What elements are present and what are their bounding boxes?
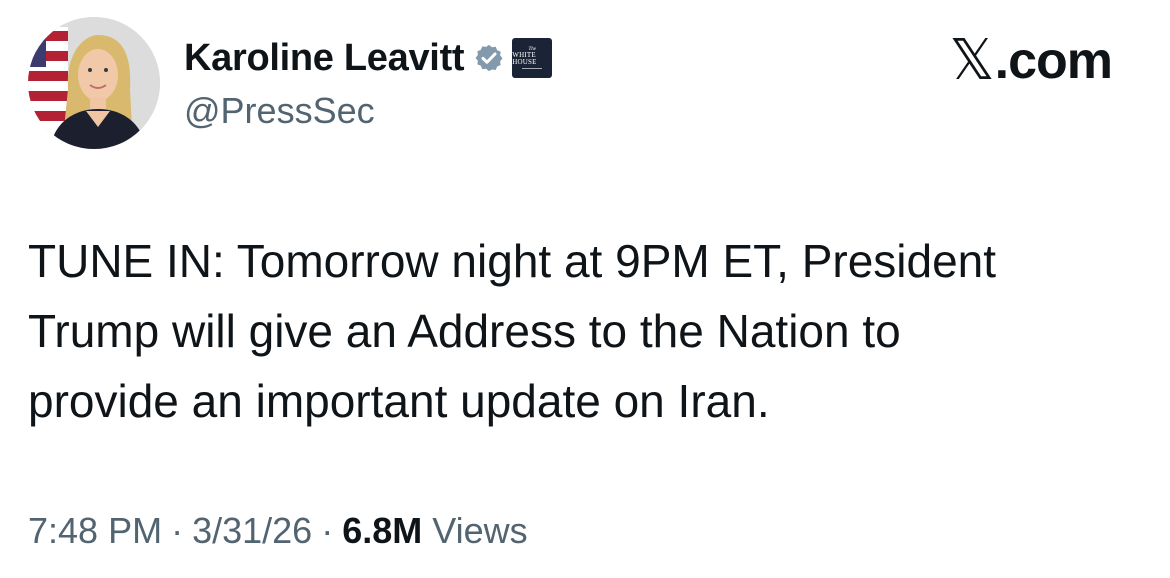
white-house-badge-icon[interactable]: The WHITE HOUSE xyxy=(512,38,553,78)
tweet-meta: 7:48 PM · 3/31/26 · 6.8M Views xyxy=(28,510,528,552)
tweet-text: TUNE IN: Tomorrow night at 9PM ET, Presi… xyxy=(28,235,997,427)
affiliate-badge-text: WHITE HOUSE xyxy=(512,51,537,66)
verified-badge-icon[interactable] xyxy=(474,43,504,73)
flag-background xyxy=(28,27,68,137)
affiliate-badge-rule xyxy=(522,68,543,69)
author-handle[interactable]: @PressSec xyxy=(184,90,375,132)
views-count[interactable]: 6.8M xyxy=(342,510,422,552)
author-name-row: Karoline Leavitt The WHITE HOUSE xyxy=(184,34,553,82)
views-label: Views xyxy=(432,510,528,551)
meta-separator: · xyxy=(321,510,334,551)
avatar[interactable] xyxy=(28,17,160,149)
site-logo: 𝕏 .com xyxy=(949,28,1114,93)
avatar-photo xyxy=(28,17,160,149)
display-name[interactable]: Karoline Leavitt xyxy=(184,37,465,80)
meta-separator: · xyxy=(171,510,184,551)
tweet-date[interactable]: 3/31/26 xyxy=(192,510,312,552)
site-domain-label: .com xyxy=(994,31,1113,90)
tweet-time[interactable]: 7:48 PM xyxy=(28,510,162,552)
x-logo-icon: 𝕏 xyxy=(949,28,995,93)
